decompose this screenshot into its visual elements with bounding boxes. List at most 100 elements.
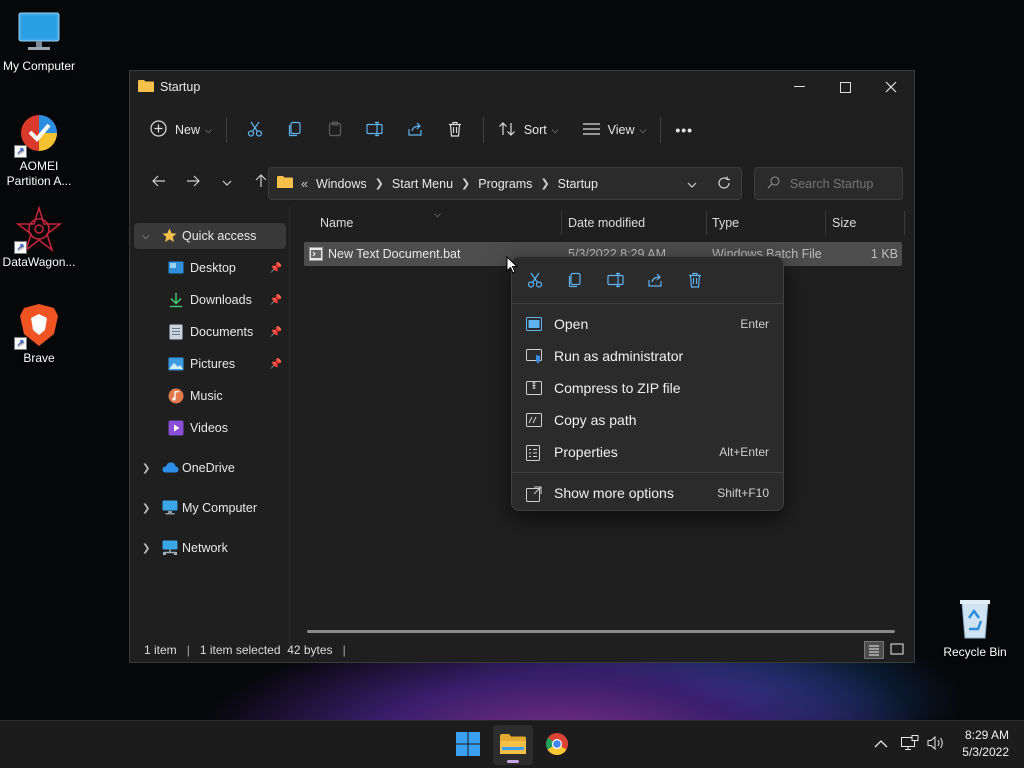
window-title: Startup [160, 80, 201, 94]
delete-button[interactable] [435, 113, 475, 147]
back-button[interactable] [142, 167, 176, 197]
menu-item-show-more-options[interactable]: Show more options Shift+F10 [516, 478, 779, 508]
pane-splitter[interactable] [289, 207, 290, 652]
column-divider[interactable] [561, 211, 562, 235]
new-button[interactable]: New ⌵ [144, 113, 218, 147]
breadcrumb-overflow[interactable]: « [301, 177, 308, 191]
column-header-type[interactable]: Type [712, 211, 739, 235]
sidebar-item-label: My Computer [182, 501, 258, 515]
forward-button[interactable] [176, 167, 210, 197]
column-header-size[interactable]: Size [832, 211, 856, 235]
sidebar-item-my-computer[interactable]: ❯ My Computer [134, 495, 286, 521]
sidebar-item-pictures[interactable]: Pictures 📌 [134, 351, 286, 377]
sidebar-item-desktop[interactable]: Desktop 📌 [134, 255, 286, 281]
desktop-icon-my-computer[interactable]: My Computer [0, 10, 78, 74]
chevron-right-icon[interactable]: ❯ [142, 463, 150, 474]
chevron-right-icon[interactable]: ❯ [540, 177, 549, 190]
show-hidden-icons-button[interactable] [874, 736, 888, 752]
sidebar-item-label: Pictures [190, 357, 236, 371]
start-button[interactable] [448, 725, 488, 765]
view-button[interactable]: View ⌵ [577, 113, 653, 147]
sidebar-item-network[interactable]: ❯ Network [134, 535, 286, 561]
sidebar-item-onedrive[interactable]: ❯ OneDrive [134, 455, 286, 481]
copy-icon [287, 121, 303, 140]
chevron-down-icon[interactable]: ⌵ [142, 231, 150, 242]
close-button[interactable] [868, 71, 914, 103]
context-cut-button[interactable] [520, 267, 550, 295]
desktop-icon-datawagon[interactable]: ↗ DataWagon... [0, 205, 78, 270]
pin-icon[interactable]: 📌 [270, 263, 282, 274]
minimize-button[interactable] [776, 71, 822, 103]
volume-icon[interactable] [927, 735, 945, 754]
address-bar[interactable]: « Windows ❯ Start Menu ❯ Programs ❯ Star… [268, 167, 742, 200]
chevron-right-icon[interactable]: ❯ [142, 503, 150, 514]
desktop-icon-aomei[interactable]: ↗ AOMEI Partition A... [0, 110, 78, 189]
breadcrumb-start-menu[interactable]: Start Menu [392, 177, 453, 191]
column-divider[interactable] [706, 211, 707, 235]
sidebar-item-videos[interactable]: Videos [134, 415, 286, 441]
pin-icon[interactable]: 📌 [270, 295, 282, 306]
search-box[interactable] [754, 167, 903, 200]
folder-icon [277, 175, 293, 192]
details-view-icon [869, 645, 879, 656]
column-divider[interactable] [825, 211, 826, 235]
title-bar[interactable]: Startup [130, 71, 914, 103]
context-share-button[interactable] [640, 267, 670, 295]
monitor-icon [162, 500, 178, 518]
sidebar-item-documents[interactable]: Documents 📌 [134, 319, 286, 345]
maximize-button[interactable] [822, 71, 868, 103]
menu-item-compress-zip[interactable]: Compress to ZIP file [516, 373, 779, 403]
context-rename-button[interactable] [600, 267, 630, 295]
thumbnails-view-button[interactable] [888, 641, 908, 659]
search-input[interactable] [790, 176, 890, 191]
path-icon [526, 413, 542, 430]
column-header-date-modified[interactable]: Date modified [568, 211, 645, 235]
cut-button[interactable] [235, 113, 275, 147]
rename-button[interactable] [355, 113, 395, 147]
taskbar-chrome[interactable] [537, 725, 577, 765]
desktop-icon-recycle-bin[interactable]: Recycle Bin [936, 596, 1014, 660]
breadcrumb-windows[interactable]: Windows [316, 177, 367, 191]
clock-date: 5/3/2022 [962, 745, 1009, 759]
context-copy-button[interactable] [560, 267, 590, 295]
menu-item-run-as-administrator[interactable]: Run as administrator [516, 341, 779, 371]
network-status-icon[interactable] [901, 735, 919, 754]
menu-item-properties[interactable]: Properties Alt+Enter [516, 437, 779, 467]
paste-button[interactable] [315, 113, 355, 147]
address-dropdown-icon[interactable] [687, 177, 697, 191]
system-clock[interactable]: 8:29 AM 5/3/2022 [962, 727, 1009, 761]
sidebar-item-quick-access[interactable]: ⌵ Quick access [134, 223, 286, 249]
horizontal-scrollbar[interactable] [307, 630, 895, 633]
column-divider[interactable] [904, 211, 905, 235]
menu-item-copy-as-path[interactable]: Copy as path [516, 405, 779, 435]
breadcrumb-programs[interactable]: Programs [478, 177, 532, 191]
recent-locations-button[interactable] [210, 167, 244, 197]
sort-button[interactable]: Sort ⌵ [492, 113, 565, 147]
chevron-right-icon[interactable]: ❯ [461, 177, 470, 190]
sidebar-item-music[interactable]: Music [134, 383, 286, 409]
taskbar-file-explorer[interactable] [493, 725, 533, 765]
breadcrumb-startup[interactable]: Startup [558, 177, 598, 191]
refresh-icon[interactable] [717, 176, 731, 193]
copy-button[interactable] [275, 113, 315, 147]
menu-item-open[interactable]: Open Enter [516, 309, 779, 339]
scissors-icon [247, 121, 263, 140]
pin-icon[interactable]: 📌 [270, 359, 282, 370]
sidebar-item-label: Network [182, 541, 228, 555]
context-delete-button[interactable] [680, 267, 710, 295]
details-view-button[interactable] [864, 641, 884, 659]
see-more-button[interactable]: ••• [669, 113, 699, 147]
sort-indicator-icon: ⌵ [434, 209, 441, 219]
chevron-right-icon[interactable]: ❯ [142, 543, 150, 554]
chevron-down-icon: ⌵ [551, 124, 559, 135]
desktop-icon-brave[interactable]: ↗ Brave [0, 302, 78, 366]
pin-icon[interactable]: 📌 [270, 327, 282, 338]
sidebar-item-downloads[interactable]: Downloads 📌 [134, 287, 286, 313]
properties-icon [526, 445, 540, 464]
arrow-up-icon [255, 173, 267, 191]
column-header-name[interactable]: Name [320, 211, 353, 235]
shield-icon [526, 349, 542, 367]
chevron-right-icon[interactable]: ❯ [375, 177, 384, 190]
thumbnails-view-icon [890, 643, 904, 655]
share-button[interactable] [395, 113, 435, 147]
